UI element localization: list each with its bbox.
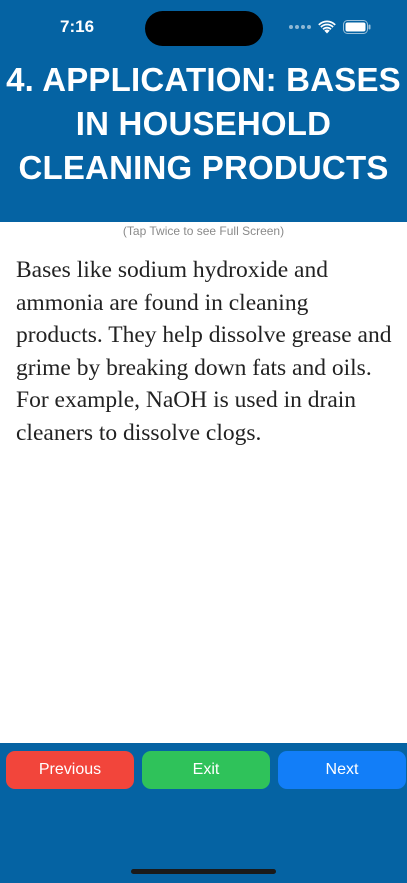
fullscreen-hint: (Tap Twice to see Full Screen)	[122, 224, 285, 238]
previous-button[interactable]: Previous	[6, 751, 134, 789]
exit-button[interactable]: Exit	[142, 751, 270, 789]
cellular-signal-icon	[289, 25, 311, 29]
battery-icon	[343, 20, 371, 34]
dynamic-island	[145, 11, 263, 46]
status-bar: 7:16	[0, 0, 407, 56]
content-text[interactable]: Bases like sodium hydroxide and ammonia …	[16, 254, 396, 449]
status-icons	[289, 19, 371, 35]
page-title: 4. APPLICATION: BASES IN HOUSEHOLD CLEAN…	[6, 61, 401, 186]
next-button[interactable]: Next	[278, 751, 406, 789]
status-time: 7:16	[60, 17, 95, 36]
home-indicator[interactable]	[131, 869, 276, 874]
wifi-icon	[318, 20, 336, 34]
